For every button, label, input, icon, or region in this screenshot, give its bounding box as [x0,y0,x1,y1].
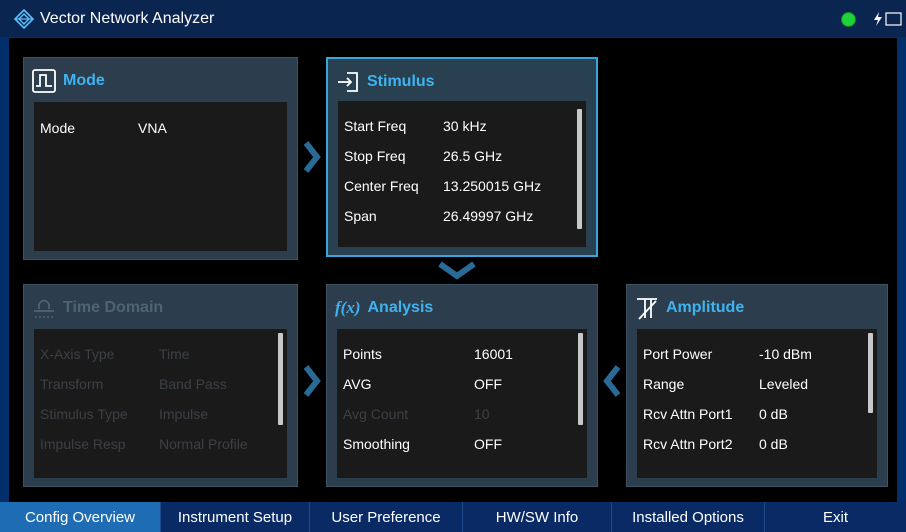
setting-value: Impulse [159,406,209,422]
stimulus-panel-title: Stimulus [367,73,435,90]
function-icon: f(x) [335,296,360,320]
setting-value: Leveled [759,376,809,392]
mode-panel-body: Mode VNA [34,102,287,251]
stimulus-arrow-icon [336,70,360,94]
time-domain-icon [32,296,56,320]
tab-installed-options[interactable]: Installed Options [611,502,764,532]
setting-label: Rcv Attn Port1 [643,406,733,422]
setting-label: Impulse Resp [40,436,126,452]
mode-panel-header: Mode [32,68,105,94]
time-domain-panel-title: Time Domain [63,299,164,316]
battery-charging-icon [870,10,904,28]
scrollbar[interactable] [868,333,873,413]
mode-panel[interactable]: Mode Mode VNA [23,57,298,260]
function-icon-text: f(x) [335,298,361,317]
setting-value: 0 dB [759,406,788,422]
scrollbar[interactable] [578,333,583,425]
setting-label: Range [643,376,685,392]
setting-value: 26.5 GHz [443,148,503,164]
setting-label: Points [343,346,382,362]
amplitude-icon [635,296,659,320]
time-domain-panel[interactable]: Time Domain X-Axis Type Time Transform B… [23,284,298,487]
setting-value: OFF [474,436,502,452]
config-overview-screen: Mode Mode VNA Stimulus Start Freq 30 kHz… [9,38,897,502]
analysis-panel[interactable]: f(x) Analysis Points 16001 AVG OFF Avg C… [326,284,598,487]
analysis-panel-header: f(x) Analysis [335,295,433,321]
time-domain-panel-header: Time Domain [32,295,163,321]
setting-label: Span [344,208,377,224]
tab-instrument-setup[interactable]: Instrument Setup [160,502,309,532]
setting-value: 0 dB [759,436,788,452]
setting-value: 26.49997 GHz [443,208,534,224]
setting-label: Stimulus Type [40,406,128,422]
stimulus-panel-header: Stimulus [336,69,435,95]
setting-value: 10 [474,406,490,422]
title-bar: Vector Network Analyzer [0,0,906,37]
setting-value: 13.250015 GHz [443,178,542,194]
bottom-tab-bar: Config Overview Instrument Setup User Pr… [0,502,906,532]
setting-label: Rcv Attn Port2 [643,436,733,452]
setting-value: OFF [474,376,502,392]
setting-value: Time [159,346,190,362]
amplitude-panel-header: Amplitude [635,295,744,321]
setting-label: Avg Count [343,406,409,422]
amplitude-panel-body: Port Power -10 dBm Range Leveled Rcv Att… [637,329,877,478]
exit-button[interactable]: Exit [764,502,906,532]
window-title: Vector Network Analyzer [40,9,215,27]
setting-value: 30 kHz [443,118,487,134]
analysis-panel-body: Points 16001 AVG OFF Avg Count 10 Smooth… [337,329,587,478]
setting-label: Stop Freq [344,148,406,164]
setting-value: VNA [138,120,167,136]
scrollbar[interactable] [577,109,582,229]
stimulus-panel-body: Start Freq 30 kHz Stop Freq 26.5 GHz Cen… [338,101,586,247]
tab-config-overview[interactable]: Config Overview [0,502,160,532]
time-domain-panel-body: X-Axis Type Time Transform Band Pass Sti… [34,329,287,478]
setting-value: -10 dBm [759,346,812,362]
setting-label: Mode [40,120,76,136]
setting-label: AVG [343,376,372,392]
mode-panel-title: Mode [63,72,105,89]
setting-label: Transform [40,376,104,392]
chevron-down-icon [438,261,476,280]
chevron-right-icon [303,365,321,397]
setting-label: Start Freq [344,118,407,134]
status-indicator-icon [841,12,856,27]
amplitude-panel[interactable]: Amplitude Port Power -10 dBm Range Level… [626,284,888,487]
tab-hw-sw-info[interactable]: HW/SW Info [462,502,611,532]
scrollbar[interactable] [278,333,283,425]
chevron-left-icon [603,365,621,397]
setting-label: Port Power [643,346,713,362]
setting-label: Center Freq [344,178,419,194]
setting-value: Band Pass [159,376,227,392]
stimulus-panel[interactable]: Stimulus Start Freq 30 kHz Stop Freq 26.… [326,57,598,257]
mode-pulse-icon [32,69,56,93]
setting-value: Normal Profile [159,436,248,452]
setting-value: 16001 [474,346,513,362]
setting-label: Smoothing [343,436,410,452]
analysis-panel-title: Analysis [367,299,434,316]
tab-user-preference[interactable]: User Preference [309,502,462,532]
app-logo-icon [14,8,34,29]
setting-label: X-Axis Type [40,346,115,362]
amplitude-panel-title: Amplitude [666,299,745,316]
chevron-right-icon [303,141,321,173]
